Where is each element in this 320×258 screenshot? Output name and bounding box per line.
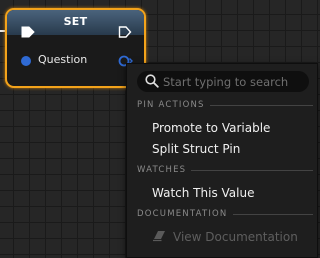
section-label: PIN ACTIONS bbox=[137, 100, 210, 110]
variable-pin-in-icon[interactable] bbox=[20, 55, 32, 67]
section-label: DOCUMENTATION bbox=[137, 209, 233, 219]
search-box[interactable] bbox=[137, 71, 309, 92]
search-icon bbox=[145, 74, 159, 88]
menu-item-view-documentation[interactable]: View Documentation bbox=[152, 230, 298, 248]
menu-item-watch-this-value[interactable]: Watch This Value bbox=[152, 186, 254, 204]
node-title: SET bbox=[63, 15, 88, 28]
exec-in-pin-icon[interactable] bbox=[21, 26, 35, 38]
blueprint-graph-canvas[interactable]: SET Question PIN ACTIONS Pro bbox=[0, 0, 318, 258]
pin-context-menu: PIN ACTIONS Promote to Variable Split St… bbox=[126, 63, 318, 258]
documentation-book-icon bbox=[153, 231, 165, 242]
search-input[interactable] bbox=[163, 73, 305, 90]
section-label: WATCHES bbox=[137, 165, 192, 175]
pin-label-question: Question bbox=[38, 53, 88, 66]
menu-item-label: View Documentation bbox=[173, 230, 298, 244]
section-header-pin-actions: PIN ACTIONS bbox=[137, 100, 313, 112]
menu-item-split-struct-pin[interactable]: Split Struct Pin bbox=[152, 142, 240, 160]
section-header-watches: WATCHES bbox=[137, 165, 313, 177]
section-header-documentation: DOCUMENTATION bbox=[137, 209, 313, 221]
set-variable-node[interactable]: SET Question bbox=[5, 8, 146, 88]
exec-out-pin-icon[interactable] bbox=[118, 26, 132, 38]
menu-item-promote-to-variable[interactable]: Promote to Variable bbox=[152, 121, 270, 139]
